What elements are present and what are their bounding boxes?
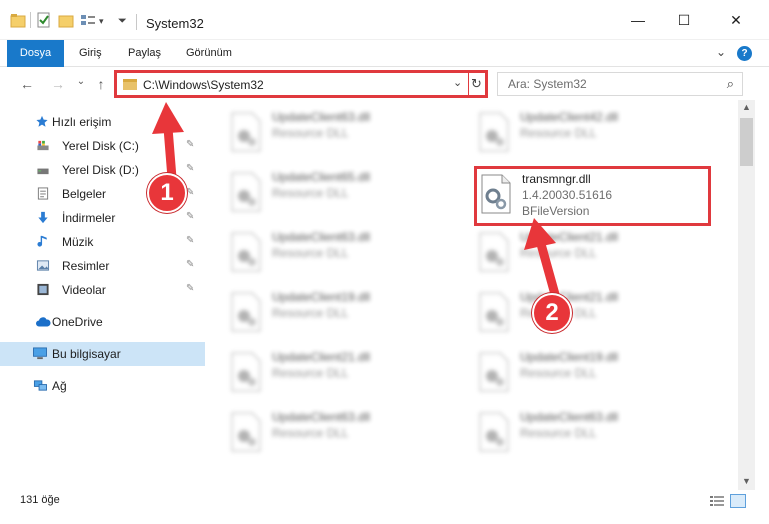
status-bar: 131 öğe xyxy=(0,490,769,524)
callout-arrowhead-2 xyxy=(524,218,556,250)
callout-arrowhead-1 xyxy=(152,102,184,134)
details-view-icon[interactable] xyxy=(710,495,724,507)
callout-badge-1: 1 xyxy=(147,173,187,213)
tiles-view-icon[interactable] xyxy=(730,494,746,508)
callout-arrows xyxy=(152,102,561,303)
callout-arrow-2 xyxy=(536,239,561,303)
callout-badge-2: 2 xyxy=(532,293,572,333)
callout-arrow-1 xyxy=(163,123,177,183)
item-count: 131 öğe xyxy=(20,494,60,506)
